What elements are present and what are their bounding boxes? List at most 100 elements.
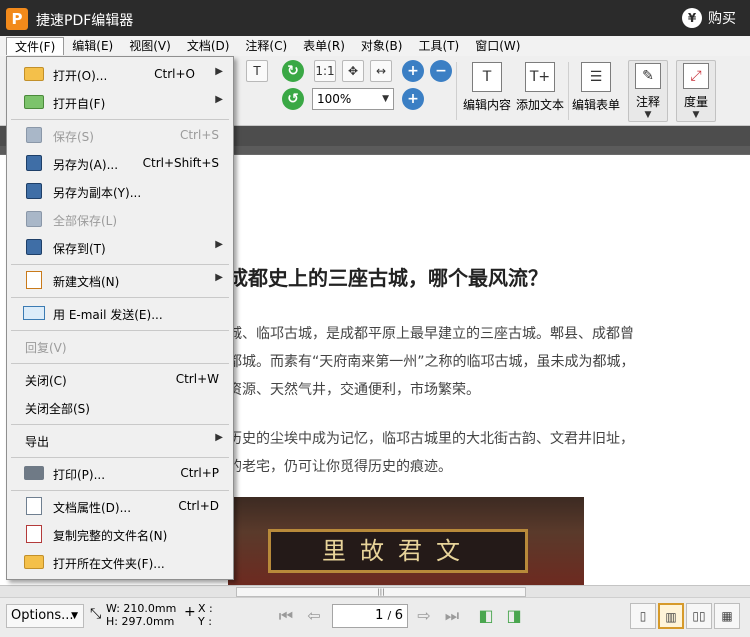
options-label: Options...	[11, 608, 74, 623]
previous-page-icon[interactable]: ⇦	[302, 604, 326, 628]
menu-item-reply[interactable]: 回复(V)	[7, 333, 233, 359]
edit-form-label: 编辑表单	[571, 98, 620, 112]
zoom-out-icon[interactable]: −	[430, 60, 452, 82]
menu-separator	[11, 264, 229, 265]
chevron-down-icon: ▼	[692, 110, 700, 120]
edit-content-button[interactable]: T 编辑内容	[460, 60, 514, 122]
toolbar-divider	[568, 62, 569, 120]
document-heading: 成都史上的三座古城，哪个最风流？	[228, 266, 548, 290]
menu-item-copy-filename[interactable]: 复制完整的文件名(N)	[7, 521, 233, 547]
document-photo: 里故君文	[228, 497, 584, 585]
options-dropdown[interactable]: Options... ▼	[6, 604, 84, 628]
menu-separator	[11, 424, 229, 425]
next-page-icon[interactable]: ⇨	[412, 604, 436, 628]
page-current: 1	[375, 608, 384, 623]
menu-file[interactable]: 文件(F)	[6, 37, 65, 55]
menu-comment[interactable]: 注释(C)	[237, 37, 295, 55]
rotate-clockwise-icon[interactable]: ↻	[282, 60, 304, 82]
copy-filename-icon	[23, 524, 45, 544]
buy-label: 购买	[708, 11, 736, 27]
menu-item-close-all[interactable]: 关闭全部(S)	[7, 394, 233, 420]
chevron-down-icon: ▼	[382, 94, 389, 104]
zoom-in-area-icon[interactable]: +	[402, 60, 424, 82]
menu-item-print[interactable]: 打印(P)... Ctrl+P	[7, 460, 233, 486]
add-text-icon: T+	[525, 62, 555, 92]
menu-item-export[interactable]: 导出 ▶	[7, 427, 233, 453]
cursor-coordinates: + X : Y :	[184, 602, 213, 628]
menu-item-close[interactable]: 关闭(C) Ctrl+W	[7, 366, 233, 392]
menu-form[interactable]: 表单(R)	[295, 37, 353, 55]
menu-item-email[interactable]: 用 E-mail 发送(E)...	[7, 300, 233, 326]
zoom-in-icon[interactable]: +	[402, 88, 424, 110]
window-title: 捷速PDF编辑器	[36, 13, 134, 29]
menu-item-open[interactable]: 打开(O)... Ctrl+O ▶	[7, 61, 233, 87]
menu-tools[interactable]: 工具(T)	[410, 37, 467, 55]
chevron-right-icon: ▶	[215, 94, 223, 105]
menu-window[interactable]: 窗口(W)	[467, 37, 528, 55]
chevron-down-icon: ▼	[71, 611, 78, 621]
menu-bar: 文件(F) 编辑(E) 视图(V) 文档(D) 注释(C) 表单(R) 对象(B…	[0, 36, 750, 56]
menu-object[interactable]: 对象(B)	[353, 37, 411, 55]
first-page-icon[interactable]: ⏮	[274, 604, 298, 628]
document-line: 资源、天然气井，交通便利，市场繁荣。	[228, 382, 480, 398]
fit-width-icon[interactable]: ↔	[370, 60, 392, 82]
menu-item-new-document[interactable]: 新建文档(N) ▶	[7, 267, 233, 293]
save-icon	[23, 125, 45, 145]
menu-item-save-as[interactable]: 另存为(A)... Ctrl+Shift+S	[7, 150, 233, 176]
menu-item-save-copy[interactable]: 另存为副本(Y)...	[7, 178, 233, 204]
actual-size-icon[interactable]: 1:1	[314, 60, 336, 82]
zoom-select[interactable]: 100% ▼	[312, 88, 394, 110]
document-line: 城、临邛古城，是成都平原上最早建立的三座古城。郫县、成都曾	[228, 326, 634, 342]
page-total: 6	[394, 608, 403, 623]
printer-icon	[23, 463, 45, 483]
menu-separator	[11, 457, 229, 458]
menu-item-open-containing-folder[interactable]: 打开所在文件夹(F)...	[7, 549, 233, 575]
folder-open-from-icon	[23, 92, 45, 112]
next-view-icon[interactable]: ◨	[502, 604, 526, 628]
cursor-x: X :	[198, 602, 213, 615]
add-text-button[interactable]: T+ 添加文本	[514, 60, 566, 122]
menu-separator	[11, 119, 229, 120]
edit-form-button[interactable]: ☰ 编辑表单	[570, 60, 622, 122]
text-select-tool-icon[interactable]: T	[246, 60, 268, 82]
annotate-button[interactable]: ✎ 注释 ▼	[628, 60, 668, 122]
rotate-counterclockwise-icon[interactable]: ↺	[282, 88, 304, 110]
toolbar-divider	[456, 62, 457, 120]
folder-open-icon	[23, 64, 45, 84]
menu-item-document-properties[interactable]: 文档属性(D)... Ctrl+D	[7, 493, 233, 519]
horizontal-scrollbar[interactable]: |||	[0, 586, 750, 598]
menu-edit[interactable]: 编辑(E)	[64, 37, 121, 55]
scrollbar-thumb[interactable]: |||	[236, 587, 526, 597]
edit-form-icon: ☰	[581, 62, 611, 92]
save-as-icon	[23, 153, 45, 173]
add-text-label: 添加文本	[515, 98, 564, 112]
page-number-input[interactable]: 1 / 6	[332, 604, 408, 628]
document-line: 的老宅，仍可让你觅得历史的痕迹。	[228, 459, 452, 475]
menu-item-save-to[interactable]: 保存到(T) ▶	[7, 234, 233, 260]
document-properties-icon	[23, 496, 45, 516]
page-height: H: 297.0mm	[106, 615, 175, 628]
title-bar: P 捷速PDF编辑器 ¥ 购买	[0, 0, 750, 36]
save-all-icon	[23, 209, 45, 229]
last-page-icon[interactable]: ⏭	[440, 604, 464, 628]
chevron-right-icon: ▶	[215, 432, 223, 443]
menu-item-save-all[interactable]: 全部保存(L)	[7, 206, 233, 232]
page-width: W: 210.0mm	[106, 602, 177, 615]
previous-view-icon[interactable]: ◧	[474, 604, 498, 628]
menu-separator	[11, 297, 229, 298]
open-folder-icon	[23, 552, 45, 572]
save-copy-icon	[23, 181, 45, 201]
continuous-facing-view-icon[interactable]: ▦	[714, 603, 740, 629]
single-page-view-icon[interactable]: ▯	[630, 603, 656, 629]
menu-item-open-from[interactable]: 打开自(F) ▶	[7, 89, 233, 115]
menu-document[interactable]: 文档(D)	[179, 37, 238, 55]
fit-page-icon[interactable]: ✥	[342, 60, 364, 82]
buy-button[interactable]: ¥ 购买	[682, 8, 736, 28]
chevron-down-icon: ▼	[644, 110, 652, 120]
menu-item-save[interactable]: 保存(S) Ctrl+S	[7, 122, 233, 148]
measure-button[interactable]: ⤢ 度量 ▼	[676, 60, 716, 122]
continuous-view-icon[interactable]: ▥	[658, 603, 684, 629]
menu-view[interactable]: 视图(V)	[121, 37, 179, 55]
facing-view-icon[interactable]: ▯▯	[686, 603, 712, 629]
crosshair-icon: +	[184, 604, 196, 620]
